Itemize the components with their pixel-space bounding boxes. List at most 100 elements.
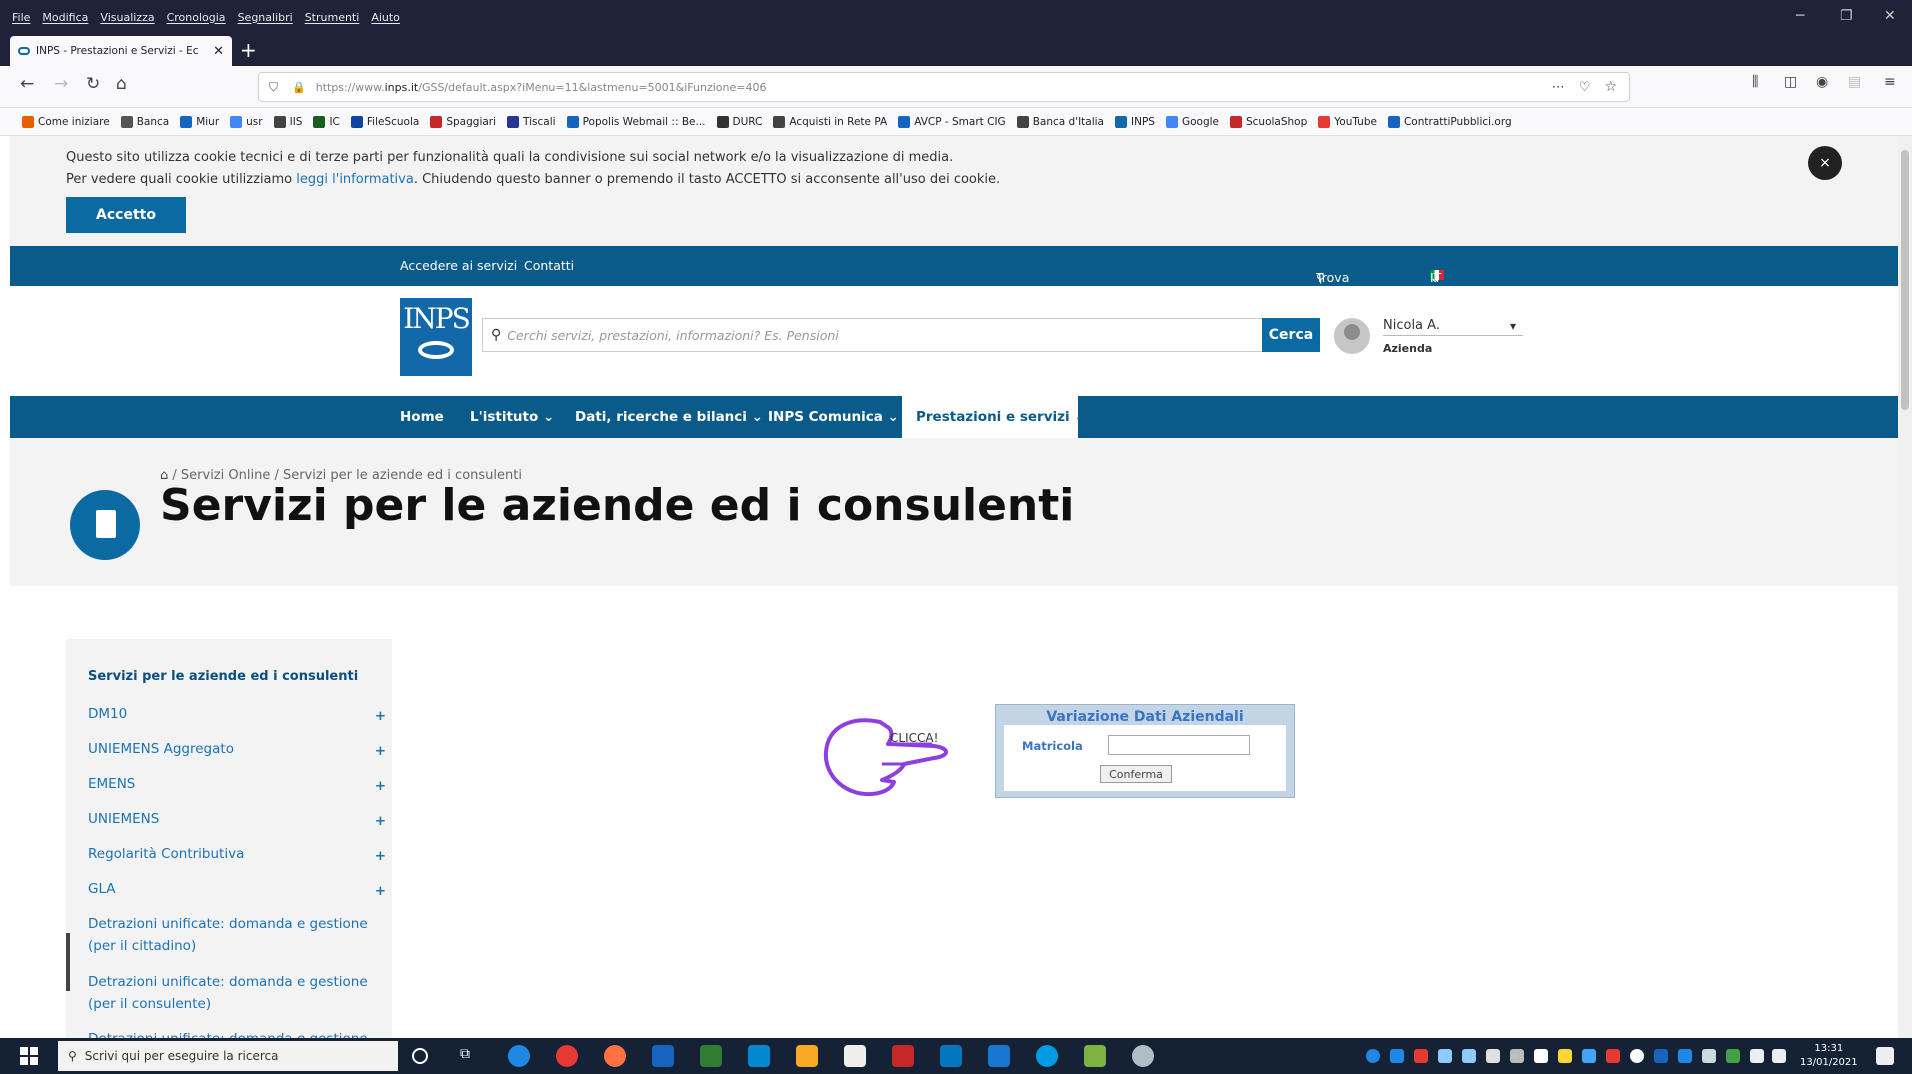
accedere-link[interactable]: Accedere ai servizi bbox=[400, 258, 517, 273]
restore-icon[interactable]: ❐ bbox=[1840, 8, 1853, 24]
cookie-policy-link[interactable]: leggi l'informativa bbox=[296, 172, 414, 187]
bookmark-item[interactable]: Miur bbox=[180, 115, 219, 128]
tray-icon[interactable] bbox=[1510, 1049, 1524, 1063]
bookmark-item[interactable]: DURC bbox=[716, 115, 762, 128]
bookmark-item[interactable]: Popolis Webmail :: Be... bbox=[566, 115, 706, 128]
expand-plus-icon[interactable]: + bbox=[375, 775, 386, 797]
search-button[interactable]: Cerca bbox=[1262, 318, 1320, 352]
skype-icon[interactable] bbox=[1036, 1045, 1058, 1067]
bookmark-item[interactable]: Come iniziare bbox=[22, 115, 110, 128]
tray-icon[interactable] bbox=[1654, 1049, 1668, 1063]
menu-strumenti[interactable]: Strumenti bbox=[305, 11, 360, 24]
edge-icon[interactable] bbox=[508, 1045, 530, 1067]
bookmark-item[interactable]: INPS bbox=[1115, 115, 1155, 128]
sidebar-title[interactable]: Servizi per le aziende ed i consulenti bbox=[88, 669, 358, 684]
nav-prestazioni[interactable]: Prestazioni e servizi ⌄ bbox=[916, 409, 1086, 425]
scrollbar-thumb[interactable] bbox=[1901, 150, 1909, 410]
close-banner-icon[interactable]: × bbox=[1808, 146, 1842, 180]
more-actions-icon[interactable]: ⋯ bbox=[1552, 80, 1565, 95]
lock-icon[interactable]: 🔒 bbox=[292, 81, 306, 94]
tray-icon[interactable] bbox=[1366, 1049, 1380, 1063]
expand-plus-icon[interactable]: + bbox=[375, 880, 386, 902]
tray-icon[interactable] bbox=[1702, 1049, 1716, 1063]
sidebar-item-regolarita[interactable]: Regolarità Contributiva + bbox=[88, 843, 386, 865]
page-scrollbar[interactable] bbox=[1898, 136, 1912, 1038]
tray-icon[interactable] bbox=[1438, 1049, 1452, 1063]
firefox-icon[interactable] bbox=[604, 1045, 626, 1067]
file-explorer-icon[interactable] bbox=[796, 1045, 818, 1067]
app-icon[interactable] bbox=[988, 1045, 1010, 1067]
bookmark-item[interactable]: Banca bbox=[120, 115, 169, 128]
menu-aiuto[interactable]: Aiuto bbox=[371, 11, 400, 24]
cortana-icon[interactable] bbox=[412, 1048, 428, 1064]
user-menu-chevron-icon[interactable]: ▾ bbox=[1510, 319, 1516, 333]
bookmark-item[interactable]: ContrattiPubblici.org bbox=[1387, 115, 1512, 128]
tray-icon[interactable] bbox=[1534, 1049, 1548, 1063]
taskbar-search-input[interactable]: ⚲ Scrivi qui per eseguire la ricerca bbox=[58, 1041, 398, 1071]
bookmark-item[interactable]: Acquisti in Rete PA bbox=[773, 115, 887, 128]
task-view-icon[interactable]: ⧉ bbox=[460, 1046, 482, 1068]
expand-plus-icon[interactable]: + bbox=[375, 705, 386, 727]
pocket-icon[interactable]: ♡ bbox=[1579, 80, 1591, 95]
new-tab-icon[interactable]: + bbox=[240, 38, 257, 62]
tray-icon[interactable] bbox=[1558, 1049, 1572, 1063]
nav-istituto[interactable]: L'istituto ⌄ bbox=[470, 409, 554, 425]
url-bar[interactable]: ⛉ 🔒 https://www.inps.it/GSS/default.aspx… bbox=[258, 72, 1630, 102]
sidebar-item-uniemens-aggregato[interactable]: UNIEMENS Aggregato + bbox=[88, 738, 386, 760]
sidebar-item-gla[interactable]: GLA + bbox=[88, 878, 386, 900]
accept-cookies-button[interactable]: Accetto bbox=[66, 197, 186, 233]
avatar[interactable] bbox=[1334, 318, 1370, 354]
conferma-button[interactable]: Conferma bbox=[1100, 765, 1172, 783]
tray-icon[interactable] bbox=[1390, 1049, 1404, 1063]
tray-icon[interactable] bbox=[1606, 1049, 1620, 1063]
site-search-input[interactable]: ⚲ Cerchi servizi, prestazioni, informazi… bbox=[482, 318, 1264, 352]
bookmark-item[interactable]: ScuolaShop bbox=[1229, 115, 1307, 128]
tray-icon[interactable] bbox=[1486, 1049, 1500, 1063]
nav-inps-comunica[interactable]: INPS Comunica ⌄ bbox=[768, 409, 899, 425]
menu-cronologia[interactable]: Cronologia bbox=[167, 11, 226, 24]
mail-icon[interactable] bbox=[748, 1045, 770, 1067]
bookmark-item[interactable]: Spaggiari bbox=[430, 115, 496, 128]
network-icon[interactable] bbox=[1750, 1049, 1764, 1063]
bookmark-item[interactable]: YouTube bbox=[1318, 115, 1377, 128]
bookmark-item[interactable]: FileScuola bbox=[350, 115, 419, 128]
expand-plus-icon[interactable]: + bbox=[375, 810, 386, 832]
forward-icon[interactable]: → bbox=[54, 74, 68, 94]
contatti-link[interactable]: Contatti bbox=[524, 258, 574, 273]
app-icon[interactable] bbox=[1132, 1045, 1154, 1067]
document-icon[interactable] bbox=[844, 1045, 866, 1067]
outlook-icon[interactable] bbox=[940, 1045, 962, 1067]
access-icon[interactable] bbox=[892, 1045, 914, 1067]
hamburger-menu-icon[interactable]: ≡ bbox=[1884, 74, 1896, 90]
app-icon[interactable] bbox=[1084, 1045, 1106, 1067]
extension-icon[interactable]: ▤ bbox=[1848, 74, 1861, 90]
nav-dati[interactable]: Dati, ricerche e bilanci ⌄ bbox=[575, 409, 763, 425]
bookmark-item[interactable]: IC bbox=[313, 115, 340, 128]
sidebar-item-dm10[interactable]: DM10 + bbox=[88, 703, 386, 725]
expand-plus-icon[interactable]: + bbox=[375, 740, 386, 762]
volume-icon[interactable] bbox=[1772, 1049, 1786, 1063]
sidebar-item-detrazioni[interactable]: Detrazioni unificate: domanda e gestione bbox=[88, 1028, 368, 1038]
matricola-field[interactable] bbox=[1108, 735, 1250, 755]
windows-start-icon[interactable] bbox=[20, 1047, 38, 1065]
chrome-icon[interactable] bbox=[556, 1045, 578, 1067]
shield-icon[interactable]: ⛉ bbox=[269, 80, 278, 95]
taskbar-clock[interactable]: 13:31 13/01/2021 bbox=[1800, 1042, 1858, 1070]
notifications-icon[interactable] bbox=[1876, 1047, 1894, 1065]
bookmark-item[interactable]: Tiscali bbox=[507, 115, 556, 128]
tab-close-icon[interactable]: ✕ bbox=[213, 44, 224, 59]
inps-logo[interactable]: INPS bbox=[400, 298, 472, 376]
user-name[interactable]: Nicola A. bbox=[1383, 318, 1523, 336]
bookmark-item[interactable]: Banca d'Italia bbox=[1016, 115, 1104, 128]
home-icon[interactable]: ⌂ bbox=[116, 74, 127, 94]
account-icon[interactable]: ◉ bbox=[1816, 74, 1828, 90]
bookmark-item[interactable]: Google bbox=[1165, 115, 1219, 128]
word-icon[interactable] bbox=[652, 1045, 674, 1067]
bookmark-item[interactable]: usr bbox=[230, 115, 263, 128]
menu-visualizza[interactable]: Visualizza bbox=[100, 11, 154, 24]
bookmark-star-icon[interactable]: ☆ bbox=[1604, 79, 1617, 95]
tray-icon[interactable] bbox=[1582, 1049, 1596, 1063]
nav-home[interactable]: Home bbox=[400, 409, 444, 425]
sidebar-item-uniemens[interactable]: UNIEMENS + bbox=[88, 808, 386, 830]
tray-icon[interactable] bbox=[1630, 1049, 1644, 1063]
